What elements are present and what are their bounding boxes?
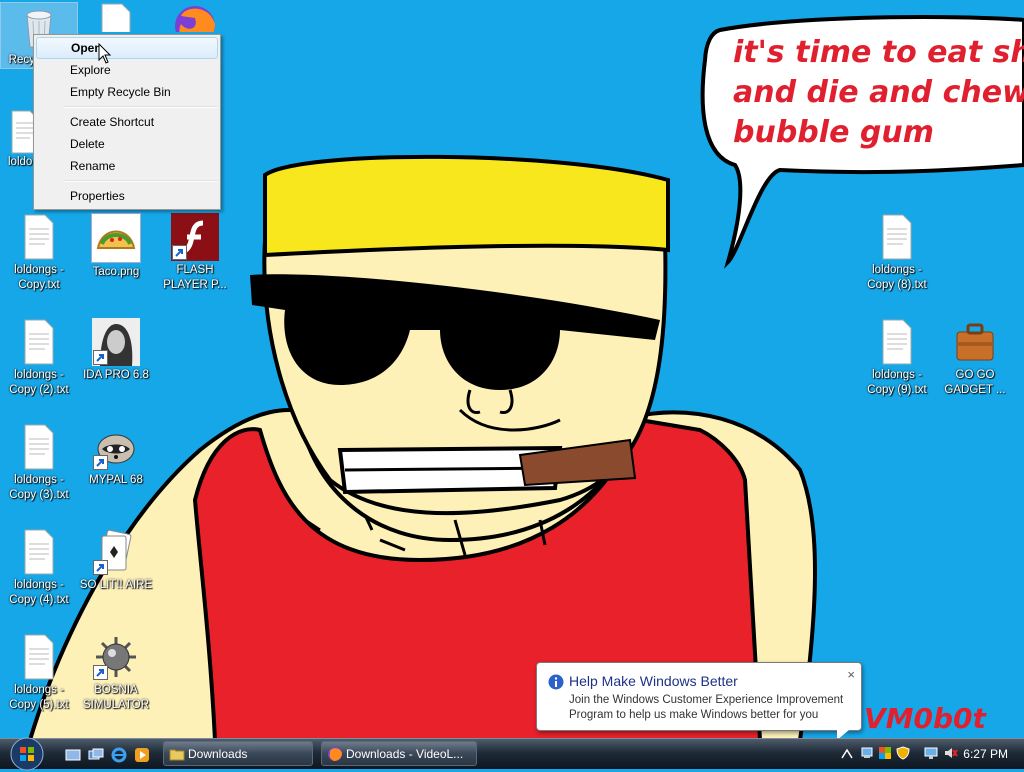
file-label: IDA PRO 6.8 <box>83 369 149 381</box>
file-label: loldongs - Copy (2).txt <box>9 369 69 396</box>
tray-volume-muted-icon[interactable] <box>944 746 958 760</box>
menu-item-rename[interactable]: Rename <box>36 155 218 177</box>
text-file-icon <box>882 319 912 365</box>
file-label: loldongs - Copy (9).txt <box>867 369 927 396</box>
tray-computer-icon[interactable] <box>924 746 938 760</box>
balloon-title: Help Make Windows Better <box>569 673 738 689</box>
internet-explorer-icon[interactable] <box>111 747 127 763</box>
file-label: FLASH PLAYER P... <box>163 264 227 291</box>
file-label: loldongs - Copy.txt <box>14 264 64 291</box>
taco-png[interactable]: Taco.png <box>77 213 155 280</box>
shortcut-arrow-icon <box>93 665 108 680</box>
taskbar: Downloads Downloads - VideoL... 6:27 PM <box>0 736 1024 772</box>
file-label: GO GO GADGET ... <box>944 369 1006 396</box>
text-file-icon <box>11 110 36 154</box>
file-loldongs-copy-8[interactable]: loldongs - Copy (8).txt <box>858 213 936 293</box>
info-icon <box>548 674 564 690</box>
text-file-icon <box>24 529 54 575</box>
file-loldongs-copy[interactable]: loldongs - Copy.txt <box>0 213 78 293</box>
file-loldongs-copy-2[interactable]: loldongs - Copy (2).txt <box>0 318 78 398</box>
media-player-icon[interactable] <box>134 747 150 763</box>
text-file-icon <box>24 319 54 365</box>
file-loldongs-copy-9[interactable]: loldongs - Copy (9).txt <box>858 318 936 398</box>
firefox-partial[interactable] <box>156 2 234 32</box>
menu-item-properties[interactable]: Properties <box>36 185 218 207</box>
tray-shield-icon[interactable] <box>896 746 910 760</box>
menu-item-delete[interactable]: Delete <box>36 133 218 155</box>
bosnia-simulator-shortcut[interactable]: BOSNIA SIMULATOR <box>77 633 155 713</box>
start-button[interactable] <box>9 736 45 772</box>
file-label: loldongs - Copy (5).txt <box>9 684 69 711</box>
ida-pro-shortcut[interactable]: IDA PRO 6.8 <box>77 318 155 383</box>
tray-network-icon[interactable] <box>860 746 874 760</box>
menu-item-create-shortcut[interactable]: Create Shortcut <box>36 111 218 133</box>
mypal-shortcut[interactable]: MYPAL 68 <box>77 423 155 488</box>
text-file-icon <box>101 3 131 32</box>
bubble-line-2: and die and chew <box>733 75 1024 110</box>
task-firefox-downloads[interactable]: Downloads - VideoL... <box>321 741 477 766</box>
file-loldongs-copy-partial[interactable]: loldo <box>0 107 36 170</box>
context-menu: Open Explore Empty Recycle Bin Create Sh… <box>33 34 221 210</box>
clock[interactable]: 6:27 PM <box>963 747 1008 761</box>
system-tray: 6:27 PM <box>834 739 1024 769</box>
folder-icon <box>169 749 185 761</box>
firefox-icon <box>175 6 215 32</box>
text-file-icon <box>24 214 54 260</box>
speech-bubble-text: it's time to eat shit and die and chew b… <box>733 33 1024 153</box>
show-desktop-icon[interactable] <box>65 747 81 763</box>
bubble-line-3: bubble gum <box>733 115 934 150</box>
balloon-body: Join the Windows Customer Experience Imp… <box>569 694 844 721</box>
file-label: MYPAL 68 <box>89 474 143 486</box>
shortcut-arrow-icon <box>93 560 108 575</box>
file-loldongs-copy-3[interactable]: loldongs - Copy (3).txt <box>0 423 78 503</box>
text-file-icon <box>882 214 912 260</box>
bubble-line-1: it's time to eat shit <box>733 35 1024 70</box>
file-label: Taco.png <box>92 266 140 278</box>
go-go-gadget[interactable]: GO GO GADGET ... <box>936 318 1014 398</box>
file-label: SO LIT!! AIRE <box>79 579 153 591</box>
text-file-icon <box>24 634 54 680</box>
mouse-cursor-icon <box>98 43 112 64</box>
menu-item-open[interactable]: Open <box>36 37 218 59</box>
menu-item-empty-recycle-bin[interactable]: Empty Recycle Bin <box>36 81 218 103</box>
shortcut-arrow-icon <box>93 350 108 365</box>
menu-separator <box>64 106 218 108</box>
solitaire-shortcut[interactable]: SO LIT!! AIRE <box>77 528 155 593</box>
text-file-hidden-top[interactable] <box>77 2 155 32</box>
task-downloads[interactable]: Downloads <box>163 741 313 766</box>
file-label: loldongs - Copy (3).txt <box>9 474 69 501</box>
file-label: loldongs - Copy (8).txt <box>867 264 927 291</box>
shortcut-arrow-icon <box>93 455 108 470</box>
task-label: Downloads - VideoL... <box>346 747 464 761</box>
text-file-icon <box>24 424 54 470</box>
menu-separator <box>64 180 218 182</box>
task-label: Downloads <box>188 747 248 761</box>
taco-icon <box>96 230 136 249</box>
file-label: loldongs - Copy (4).txt <box>9 579 69 606</box>
firefox-icon <box>328 747 342 761</box>
file-loldongs-copy-5[interactable]: loldongs - Copy (5).txt <box>0 633 78 713</box>
briefcase-icon <box>956 323 994 361</box>
file-loldongs-copy-4[interactable]: loldongs - Copy (4).txt <box>0 528 78 608</box>
tray-arrow-icon[interactable] <box>840 746 854 760</box>
notification-balloon[interactable]: Help Make Windows Better Join the Window… <box>536 662 862 740</box>
balloon-close-button[interactable]: × <box>847 667 855 682</box>
shortcut-arrow-icon <box>172 245 187 260</box>
switch-windows-icon[interactable] <box>88 747 104 763</box>
flash-player-shortcut[interactable]: FLASH PLAYER P... <box>156 213 234 293</box>
partial-label: loldo <box>8 156 33 168</box>
artist-signature: VM0b0t <box>864 702 986 735</box>
menu-item-explore[interactable]: Explore <box>36 59 218 81</box>
tray-security-icon[interactable] <box>878 746 892 760</box>
file-label: BOSNIA SIMULATOR <box>82 684 150 711</box>
